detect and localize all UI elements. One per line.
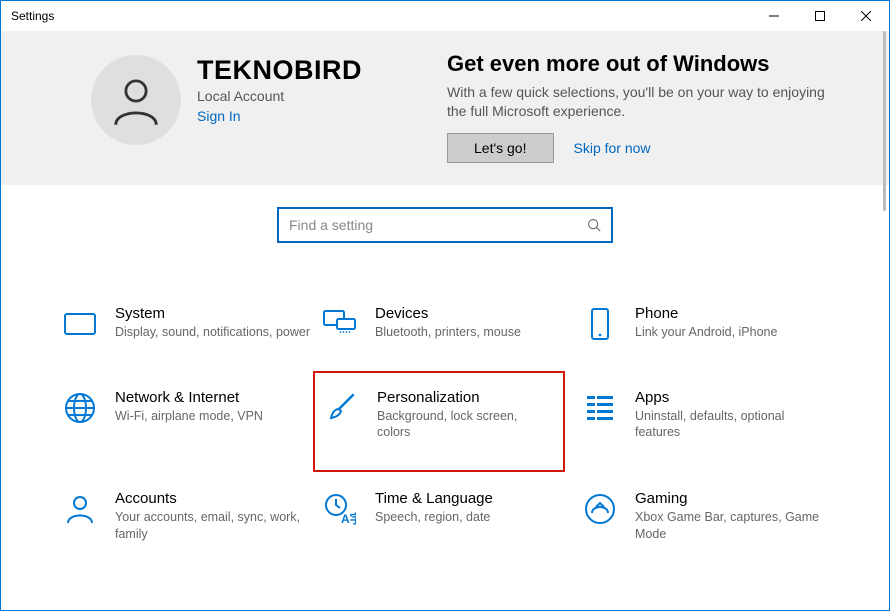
vertical-scrollbar[interactable] xyxy=(881,31,889,610)
category-title: System xyxy=(115,305,310,322)
category-desc: Wi-Fi, airplane mode, VPN xyxy=(115,408,263,424)
account-banner: TEKNOBIRD Local Account Sign In Get even… xyxy=(1,31,889,185)
system-icon xyxy=(63,307,97,341)
category-desc: Xbox Game Bar, captures, Game Mode xyxy=(635,509,833,542)
promo-panel: Get even more out of Windows With a few … xyxy=(447,51,847,163)
maximize-button[interactable] xyxy=(797,1,843,31)
search-box[interactable] xyxy=(277,207,613,243)
category-title: Phone xyxy=(635,305,777,322)
skip-link[interactable]: Skip for now xyxy=(574,140,651,156)
category-title: Time & Language xyxy=(375,490,493,507)
close-button[interactable] xyxy=(843,1,889,31)
lets-go-button[interactable]: Let's go! xyxy=(447,133,554,163)
category-grid: System Display, sound, notifications, po… xyxy=(1,253,889,568)
search-icon xyxy=(587,218,601,232)
promo-description: With a few quick selections, you'll be o… xyxy=(447,83,847,121)
globe-icon xyxy=(63,391,97,425)
category-desc: Uninstall, defaults, optional features xyxy=(635,408,833,441)
category-title: Apps xyxy=(635,389,833,406)
category-time-language[interactable]: A字 Time & Language Speech, region, date xyxy=(323,484,583,548)
account-subtitle: Local Account xyxy=(197,88,362,104)
minimize-button[interactable] xyxy=(751,1,797,31)
account-info: TEKNOBIRD Local Account Sign In xyxy=(197,55,362,124)
category-apps[interactable]: Apps Uninstall, defaults, optional featu… xyxy=(583,383,843,449)
apps-icon xyxy=(583,391,617,425)
category-title: Accounts xyxy=(115,490,313,507)
category-title: Network & Internet xyxy=(115,389,263,406)
avatar xyxy=(91,55,181,145)
user-icon xyxy=(109,73,163,127)
svg-text:A字: A字 xyxy=(341,511,356,525)
category-desc: Speech, region, date xyxy=(375,509,493,525)
category-personalization[interactable]: Personalization Background, lock screen,… xyxy=(313,371,565,473)
sign-in-link[interactable]: Sign In xyxy=(197,108,362,124)
accounts-icon xyxy=(63,492,97,526)
promo-title: Get even more out of Windows xyxy=(447,51,847,77)
account-name: TEKNOBIRD xyxy=(197,55,362,86)
category-title: Personalization xyxy=(377,389,553,406)
category-gaming[interactable]: Gaming Xbox Game Bar, captures, Game Mod… xyxy=(583,484,843,548)
category-desc: Bluetooth, printers, mouse xyxy=(375,324,521,340)
scrollbar-thumb[interactable] xyxy=(883,31,886,211)
time-language-icon: A字 xyxy=(323,492,357,526)
category-system[interactable]: System Display, sound, notifications, po… xyxy=(63,299,323,347)
category-phone[interactable]: Phone Link your Android, iPhone xyxy=(583,299,843,347)
category-network[interactable]: Network & Internet Wi-Fi, airplane mode,… xyxy=(63,383,323,449)
category-desc: Display, sound, notifications, power xyxy=(115,324,310,340)
category-desc: Background, lock screen, colors xyxy=(377,408,553,441)
paintbrush-icon xyxy=(325,391,359,425)
promo-actions: Let's go! Skip for now xyxy=(447,133,847,163)
gaming-icon xyxy=(583,492,617,526)
category-devices[interactable]: Devices Bluetooth, printers, mouse xyxy=(323,299,583,347)
devices-icon xyxy=(323,307,357,341)
category-title: Gaming xyxy=(635,490,833,507)
search-wrap xyxy=(1,185,889,253)
phone-icon xyxy=(583,307,617,341)
category-title: Devices xyxy=(375,305,521,322)
category-desc: Your accounts, email, sync, work, family xyxy=(115,509,313,542)
window-controls xyxy=(751,1,889,31)
category-desc: Link your Android, iPhone xyxy=(635,324,777,340)
window-title: Settings xyxy=(11,9,54,23)
category-accounts[interactable]: Accounts Your accounts, email, sync, wor… xyxy=(63,484,323,548)
search-input[interactable] xyxy=(289,217,587,233)
